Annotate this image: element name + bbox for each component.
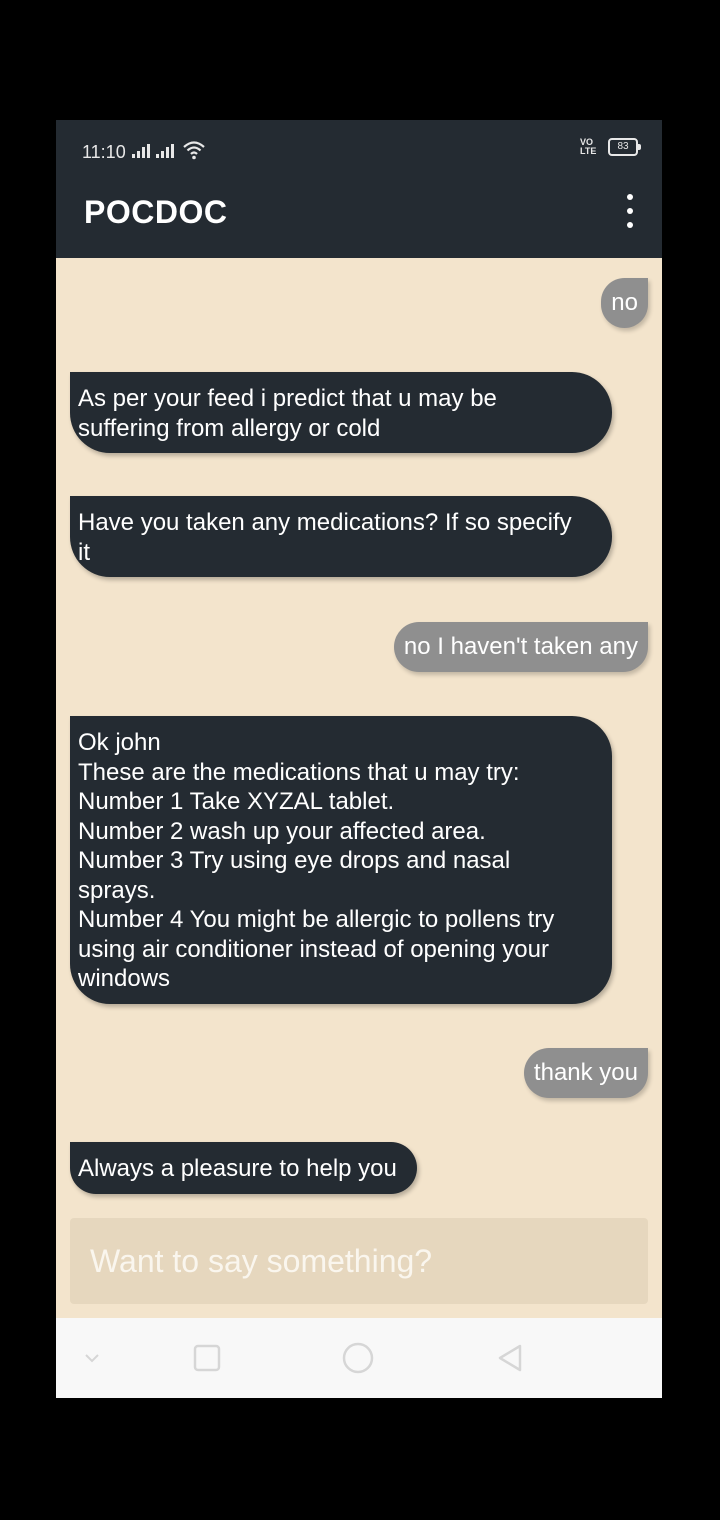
- status-bar-left: 11:10: [82, 140, 206, 165]
- nav-collapse-icon[interactable]: [76, 1342, 108, 1374]
- nav-home-icon[interactable]: [342, 1342, 374, 1374]
- message-bot-4: Always a pleasure to help you: [70, 1142, 417, 1194]
- nav-back-icon[interactable]: [494, 1342, 526, 1374]
- message-user-3: thank you: [523, 1048, 648, 1098]
- message-user-1: no: [601, 278, 648, 328]
- system-nav-bar: [56, 1318, 662, 1398]
- app-bar: 11:10 VO LTE 83 POCDOC: [56, 120, 662, 258]
- status-time: 11:10: [82, 142, 126, 162]
- message-composer: [70, 1218, 648, 1304]
- battery-icon: 83: [608, 138, 641, 156]
- app-title: POCDOC: [84, 194, 228, 230]
- wifi-icon: [182, 140, 206, 165]
- message-input[interactable]: [70, 1218, 648, 1304]
- cell-signal-icon: [131, 144, 176, 161]
- message-bot-1: As per your feed i predict that u may be…: [70, 372, 612, 453]
- battery-level: 83: [617, 141, 629, 152]
- phone-screen: 11:10 VO LTE 83 POCDOC no As per your fe…: [56, 120, 662, 1398]
- message-user-2: no I haven't taken any: [393, 622, 648, 672]
- status-bar-right: VO LTE 83: [580, 137, 641, 156]
- message-bot-3: Ok john These are the medications that u…: [70, 716, 612, 1004]
- message-bot-2: Have you taken any medications? If so sp…: [70, 496, 612, 577]
- more-vert-icon[interactable]: [620, 194, 640, 228]
- nav-recents-icon[interactable]: [191, 1342, 223, 1374]
- volte-icon: VO LTE: [580, 137, 597, 156]
